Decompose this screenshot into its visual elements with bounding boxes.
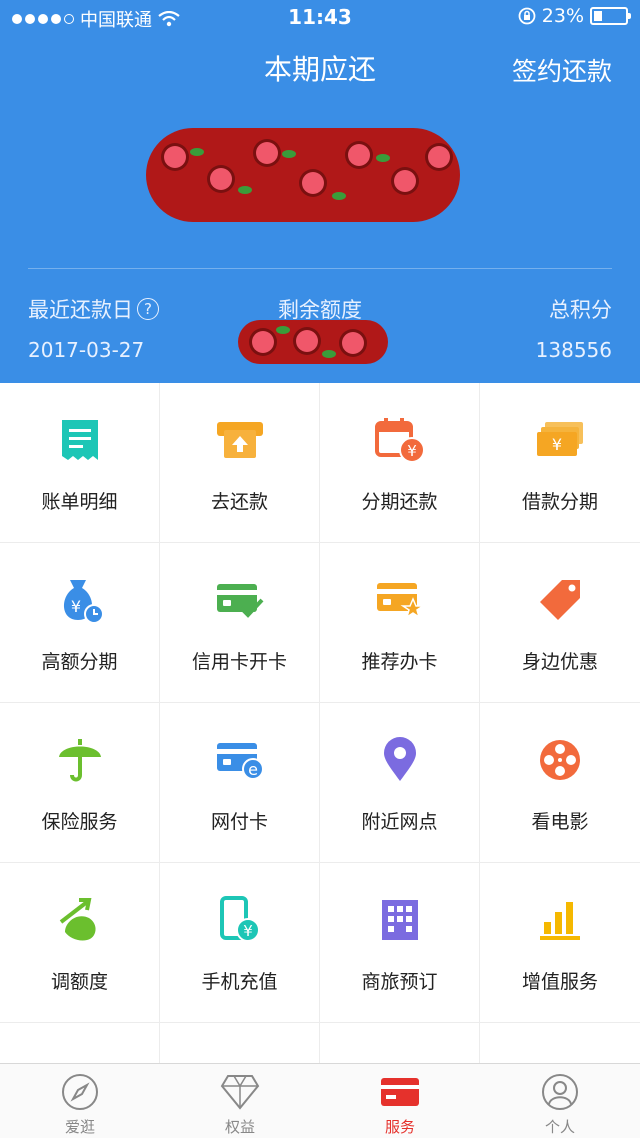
service-label: 高额分期 — [41, 651, 118, 673]
tab-personal[interactable]: 个人 — [480, 1064, 640, 1138]
status-bar: 中国联通 11:43 23% — [0, 0, 640, 36]
card-activate-icon — [215, 575, 265, 625]
tab-explore[interactable]: 爱逛 — [0, 1064, 160, 1138]
redacted-amount — [146, 128, 460, 222]
service-label: 增值服务 — [521, 971, 598, 993]
recent-repay-date-value: 2017-03-27 — [28, 338, 145, 362]
svg-text:¥: ¥ — [552, 435, 562, 454]
total-points-value: 138556 — [535, 338, 612, 362]
tab-services[interactable]: 服务 — [320, 1064, 480, 1138]
service-phone-recharge[interactable]: ¥ 手机充值 — [160, 863, 320, 1023]
service-label: 推荐办卡 — [361, 651, 438, 673]
loan-cash-icon: ¥ — [535, 415, 585, 465]
service-label: 借款分期 — [521, 491, 598, 513]
total-points-label: 总积分 — [549, 298, 612, 322]
service-label: 手机充值 — [201, 971, 278, 993]
service-business-travel[interactable]: 商旅预订 — [320, 863, 480, 1023]
location-pin-icon — [375, 735, 425, 785]
tab-bar: 爱逛 权益 服务 个人 — [0, 1063, 640, 1138]
service-nearby-deals[interactable]: 身边优惠 — [480, 543, 640, 703]
service-movie[interactable]: 看电影 — [480, 703, 640, 863]
svg-text:¥: ¥ — [70, 597, 80, 616]
service-installment-repay[interactable]: ¥ 分期还款 — [320, 383, 480, 543]
svg-text:¥: ¥ — [407, 442, 417, 460]
status-right: 23% — [518, 5, 631, 27]
bar-chart-icon — [535, 895, 585, 945]
service-label: 附近网点 — [361, 811, 438, 833]
service-recommend-card[interactable]: 推荐办卡 — [320, 543, 480, 703]
tab-label: 服务 — [384, 1118, 415, 1136]
service-high-installment[interactable]: ¥ 高额分期 — [0, 543, 160, 703]
sign-repay-button[interactable]: 签约还款 — [512, 52, 612, 88]
building-icon — [375, 895, 425, 945]
service-repay[interactable]: 去还款 — [160, 383, 320, 543]
phone-recharge-icon: ¥ — [215, 895, 265, 945]
diamond-icon — [220, 1072, 260, 1112]
film-reel-icon — [535, 735, 585, 785]
partial-icon — [375, 1055, 425, 1063]
tag-icon — [535, 575, 585, 625]
svg-text:e: e — [248, 760, 258, 779]
service-adjust-limit[interactable]: 调额度 — [0, 863, 160, 1023]
partial-icon — [55, 1055, 105, 1063]
service-grid: 账单明细 去还款 ¥ 分期还款 ¥ 借款分期 ¥ 高额分期 信用卡开卡 推荐办卡… — [0, 383, 640, 1063]
service-e-card[interactable]: e 网付卡 — [160, 703, 320, 863]
service-label: 调额度 — [50, 971, 108, 993]
service-partial[interactable] — [160, 1023, 320, 1063]
installment-calendar-icon: ¥ — [374, 415, 425, 465]
service-partial[interactable] — [480, 1023, 640, 1063]
repay-icon — [215, 415, 265, 465]
umbrella-icon — [55, 735, 105, 785]
service-card-activate[interactable]: 信用卡开卡 — [160, 543, 320, 703]
tab-label: 个人 — [544, 1118, 575, 1136]
service-partial[interactable] — [0, 1023, 160, 1063]
redacted-credit — [238, 320, 388, 364]
header-panel: 中国联通 11:43 23% 本期应还 签约还款 最近还款日 ? 2017-03… — [0, 0, 640, 383]
tab-benefits[interactable]: 权益 — [160, 1064, 320, 1138]
battery-icon — [590, 7, 631, 25]
service-label: 身边优惠 — [521, 651, 598, 673]
money-bag-icon: ¥ — [55, 575, 105, 625]
rotation-lock-icon — [518, 7, 536, 25]
header-divider — [28, 268, 612, 269]
bill-detail-icon — [55, 415, 105, 465]
total-points: 总积分 138556 — [536, 294, 612, 362]
service-label: 看电影 — [531, 811, 589, 833]
card-tab-icon — [380, 1072, 420, 1112]
service-partial[interactable] — [320, 1023, 480, 1063]
svg-text:¥: ¥ — [243, 922, 253, 940]
service-loan-installment[interactable]: ¥ 借款分期 — [480, 383, 640, 543]
service-label: 商旅预订 — [361, 971, 438, 993]
recommend-card-icon — [375, 575, 425, 625]
service-bill-detail[interactable]: 账单明细 — [0, 383, 160, 543]
person-icon — [540, 1072, 580, 1112]
tab-label: 爱逛 — [64, 1118, 95, 1136]
service-label: 保险服务 — [41, 811, 118, 833]
service-insurance[interactable]: 保险服务 — [0, 703, 160, 863]
partial-icon — [215, 1055, 265, 1063]
adjust-limit-icon — [55, 895, 105, 945]
service-label: 账单明细 — [41, 491, 118, 513]
service-label: 去还款 — [210, 491, 268, 513]
service-nearby-branch[interactable]: 附近网点 — [320, 703, 480, 863]
battery-percent: 23% — [541, 5, 584, 27]
service-label: 信用卡开卡 — [191, 651, 287, 673]
service-label: 分期还款 — [361, 491, 438, 513]
service-label: 网付卡 — [210, 811, 268, 833]
service-value-added[interactable]: 增值服务 — [480, 863, 640, 1023]
e-card-icon: e — [215, 735, 265, 785]
compass-icon — [60, 1072, 100, 1112]
tab-label: 权益 — [224, 1118, 255, 1136]
